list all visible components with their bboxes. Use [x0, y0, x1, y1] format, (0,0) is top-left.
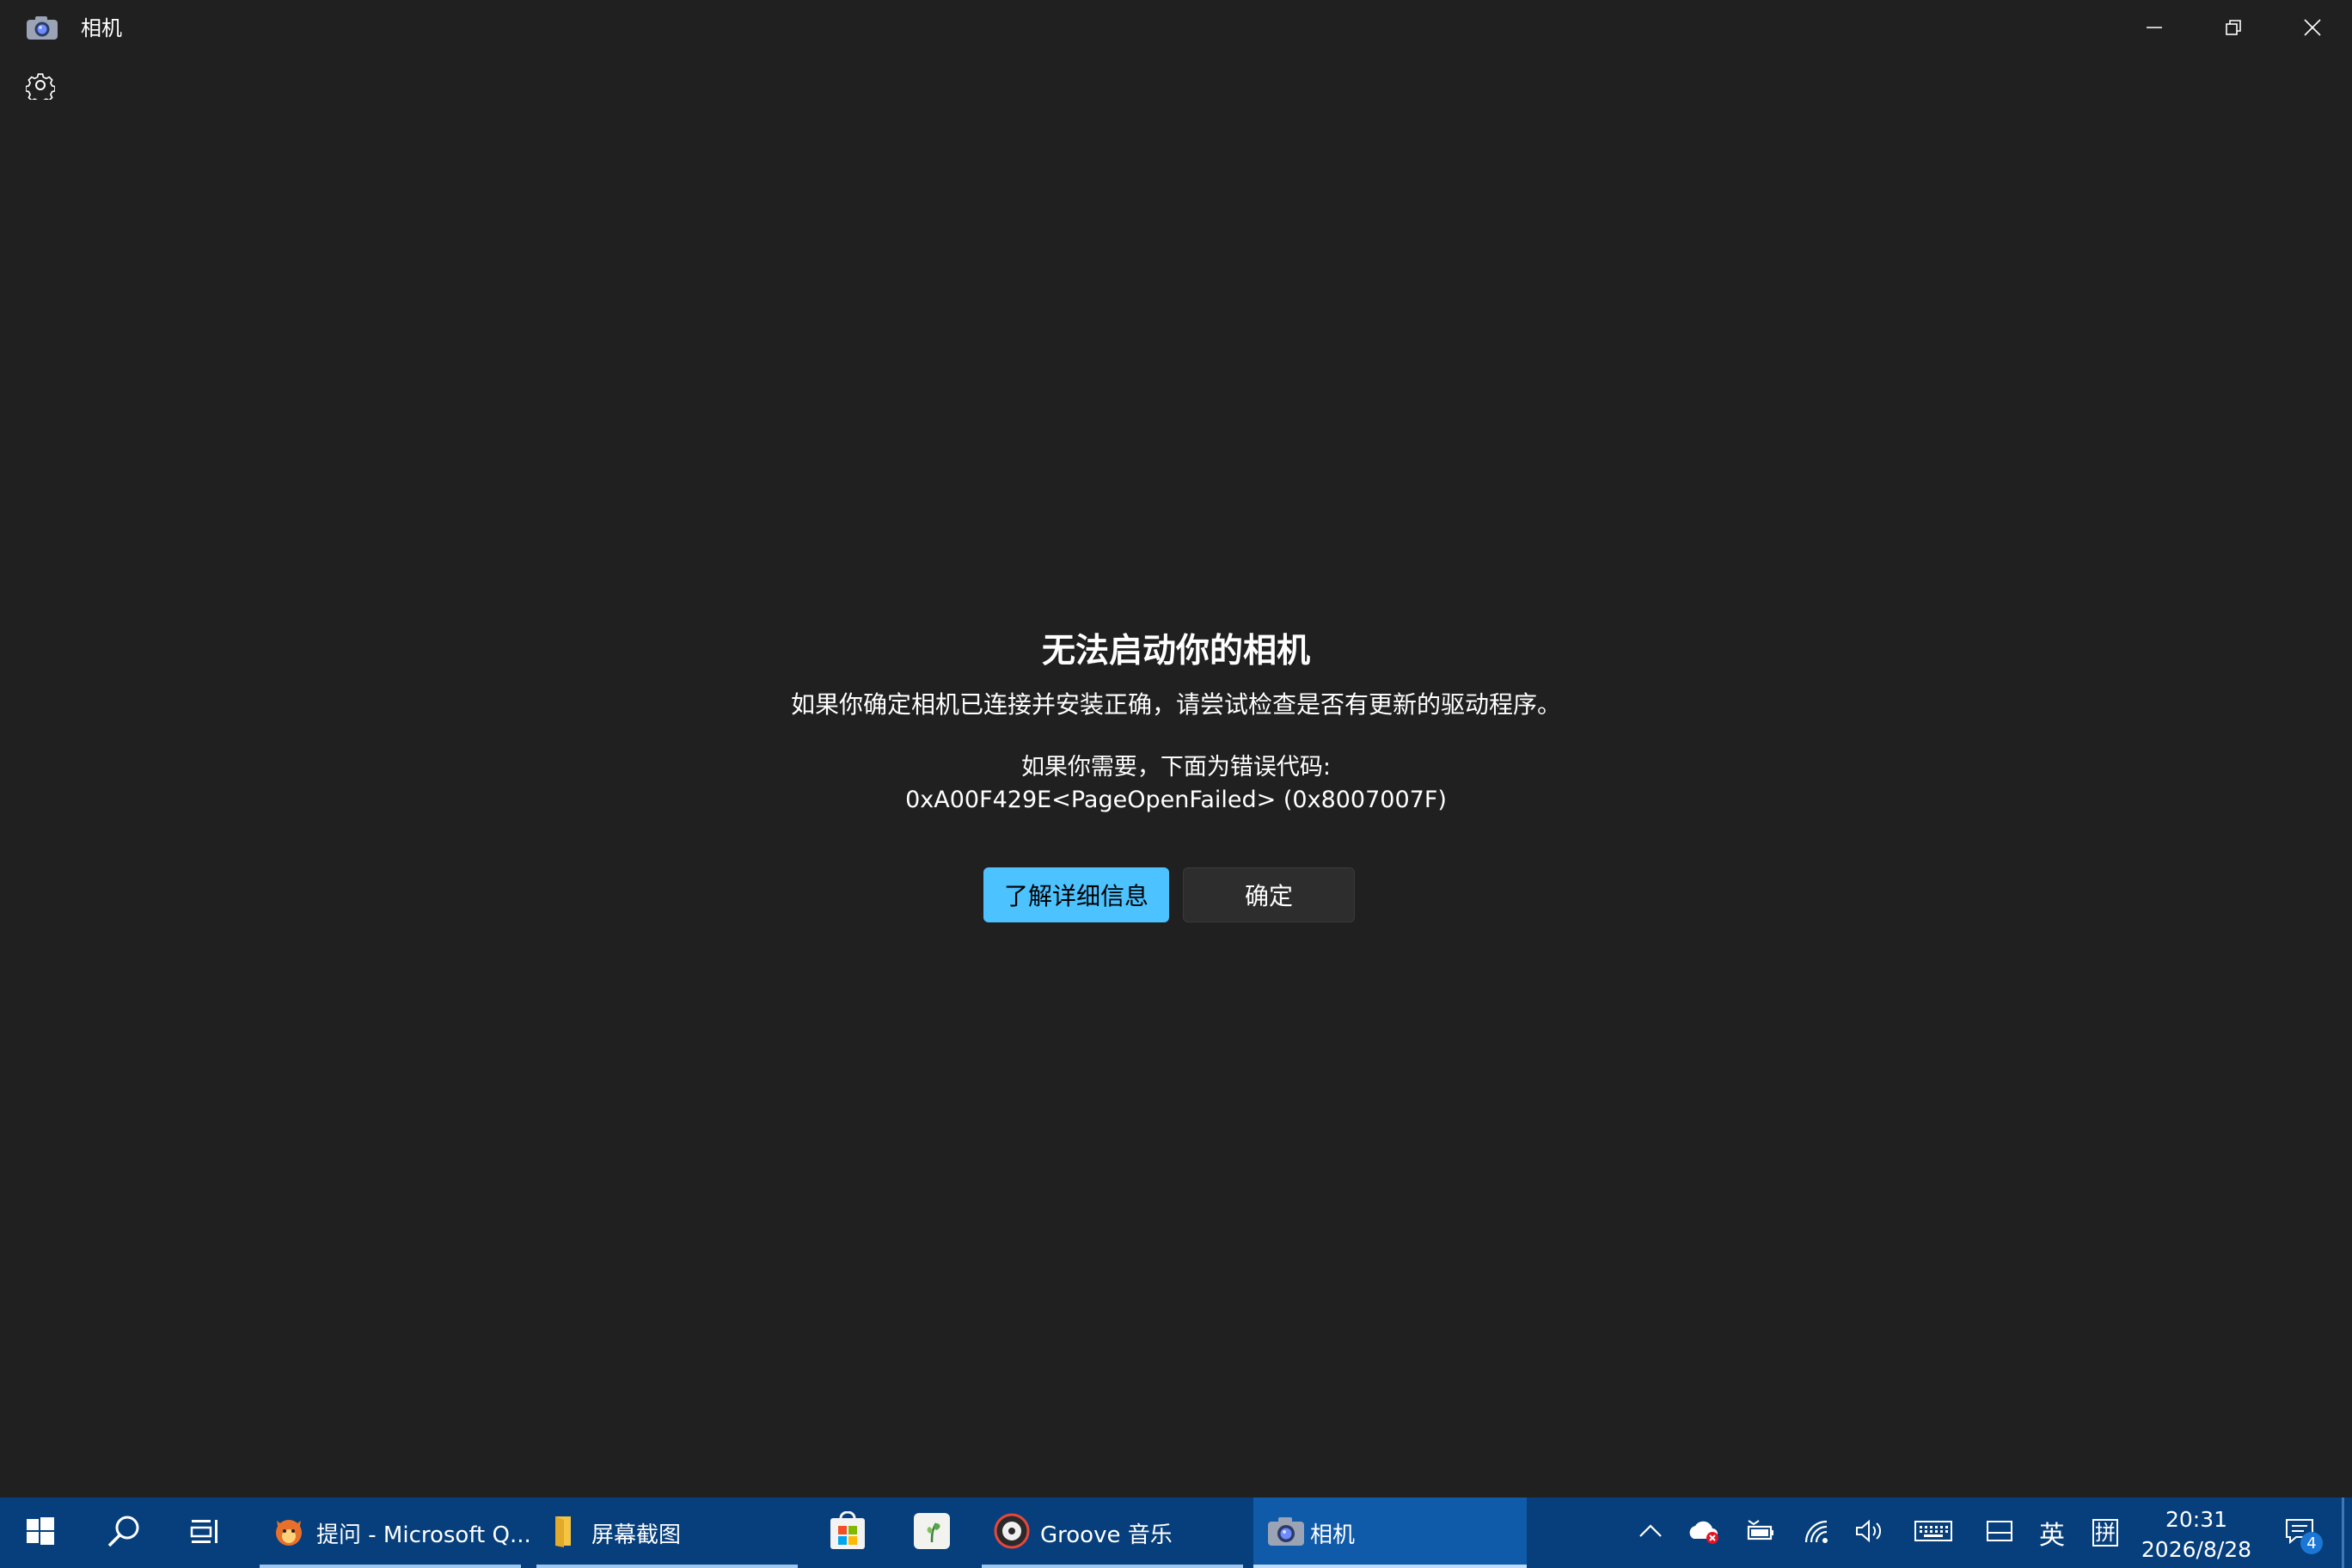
gear-icon	[25, 70, 56, 105]
store-icon	[828, 1510, 867, 1554]
volume-tray-button[interactable]	[1850, 1498, 1888, 1568]
ime-mode-label: 拼	[2092, 1519, 2118, 1547]
running-indicator	[1253, 1565, 1527, 1568]
tablet-mode-button[interactable]	[1982, 1498, 2017, 1568]
taskbar-app-label: 提问 - Microsoft Q...	[316, 1522, 531, 1548]
taskbar-app-screenshots-folder[interactable]: 屏幕截图	[536, 1498, 798, 1568]
taskbar-app-label: 相机	[1310, 1522, 1356, 1548]
error-panel: 无法启动你的相机 如果你确定相机已连接并安装正确，请尝试检查是否有更新的驱动程序…	[0, 628, 2352, 817]
touch-keyboard-button[interactable]	[1910, 1498, 1957, 1568]
learn-more-button[interactable]: 了解详细信息	[983, 867, 1169, 922]
clock-time: 20:31	[2165, 1507, 2228, 1532]
error-code-hint: 如果你需要，下面为错误代码:	[1020, 754, 1332, 781]
camera-icon	[26, 15, 58, 40]
chevron-up-icon	[1638, 1522, 1663, 1543]
search-button[interactable]	[100, 1498, 148, 1568]
error-description: 如果你确定相机已连接并安装正确，请尝试检查是否有更新的驱动程序。	[790, 690, 1561, 719]
battery-tray-button[interactable]	[1742, 1498, 1779, 1568]
minimize-icon	[2146, 19, 2163, 36]
notification-count-badge: 4	[2300, 1532, 2323, 1554]
keyboard-icon	[1914, 1519, 1953, 1547]
groove-music-icon	[994, 1513, 1030, 1553]
restore-button[interactable]	[2194, 0, 2273, 55]
taskbar-app-groove-music[interactable]: Groove 音乐	[982, 1498, 1243, 1568]
ok-button[interactable]: 确定	[1183, 867, 1355, 922]
search-icon	[105, 1512, 143, 1553]
window-title: 相机	[81, 16, 122, 40]
settings-button[interactable]	[21, 67, 60, 107]
close-button[interactable]	[2273, 0, 2352, 55]
show-hidden-icons-button[interactable]	[1633, 1498, 1668, 1568]
taskbar-app-label: Groove 音乐	[1040, 1522, 1173, 1548]
running-indicator	[260, 1565, 521, 1568]
edge-fox-icon	[272, 1514, 306, 1552]
speaker-icon	[1854, 1518, 1883, 1547]
network-tray-button[interactable]	[1798, 1498, 1836, 1568]
taskbar-app-microsoft-qa[interactable]: 提问 - Microsoft Q...	[260, 1498, 531, 1568]
clock-date: 2026/8/28	[2141, 1537, 2252, 1562]
windows-logo-icon	[26, 1516, 55, 1549]
taskbar-app-camera[interactable]: 相机	[1253, 1498, 1527, 1568]
error-code: 0xA00F429E<PageOpenFailed> (0x8007007F)	[905, 787, 1447, 813]
onedrive-tray-button[interactable]	[1685, 1498, 1723, 1568]
folder-icon	[550, 1515, 581, 1551]
error-heading: 无法启动你的相机	[1041, 632, 1310, 671]
close-icon	[2304, 19, 2321, 36]
dialog-buttons: 了解详细信息 确定	[983, 867, 1355, 922]
plant-app-icon	[912, 1511, 952, 1554]
show-desktop-button[interactable]	[2342, 1498, 2344, 1568]
task-view-icon	[190, 1517, 221, 1548]
taskbar-app-store[interactable]	[822, 1498, 873, 1568]
restore-icon	[2225, 19, 2242, 36]
taskbar: 提问 - Microsoft Q... 屏幕截图 Groove 音乐 相机 英 …	[0, 1498, 2352, 1568]
tablet-icon	[1986, 1519, 2013, 1547]
onedrive-error-icon	[1687, 1516, 1721, 1549]
task-view-button[interactable]	[184, 1498, 227, 1568]
title-bar: 相机	[0, 0, 2352, 55]
battery-charging-icon	[1745, 1519, 1776, 1547]
running-indicator	[536, 1565, 798, 1568]
wifi-icon	[1803, 1518, 1832, 1547]
ime-language-button[interactable]: 英	[2034, 1498, 2070, 1568]
taskbar-app-label: 屏幕截图	[591, 1522, 682, 1548]
start-button[interactable]	[19, 1498, 62, 1568]
running-indicator	[982, 1565, 1243, 1568]
minimize-button[interactable]	[2115, 0, 2194, 55]
taskbar-app-plant[interactable]	[906, 1498, 958, 1568]
ime-mode-button[interactable]: 拼	[2087, 1498, 2123, 1568]
camera-icon	[1267, 1516, 1305, 1550]
clock-button[interactable]: 20:31 2026/8/28	[2123, 1504, 2269, 1565]
